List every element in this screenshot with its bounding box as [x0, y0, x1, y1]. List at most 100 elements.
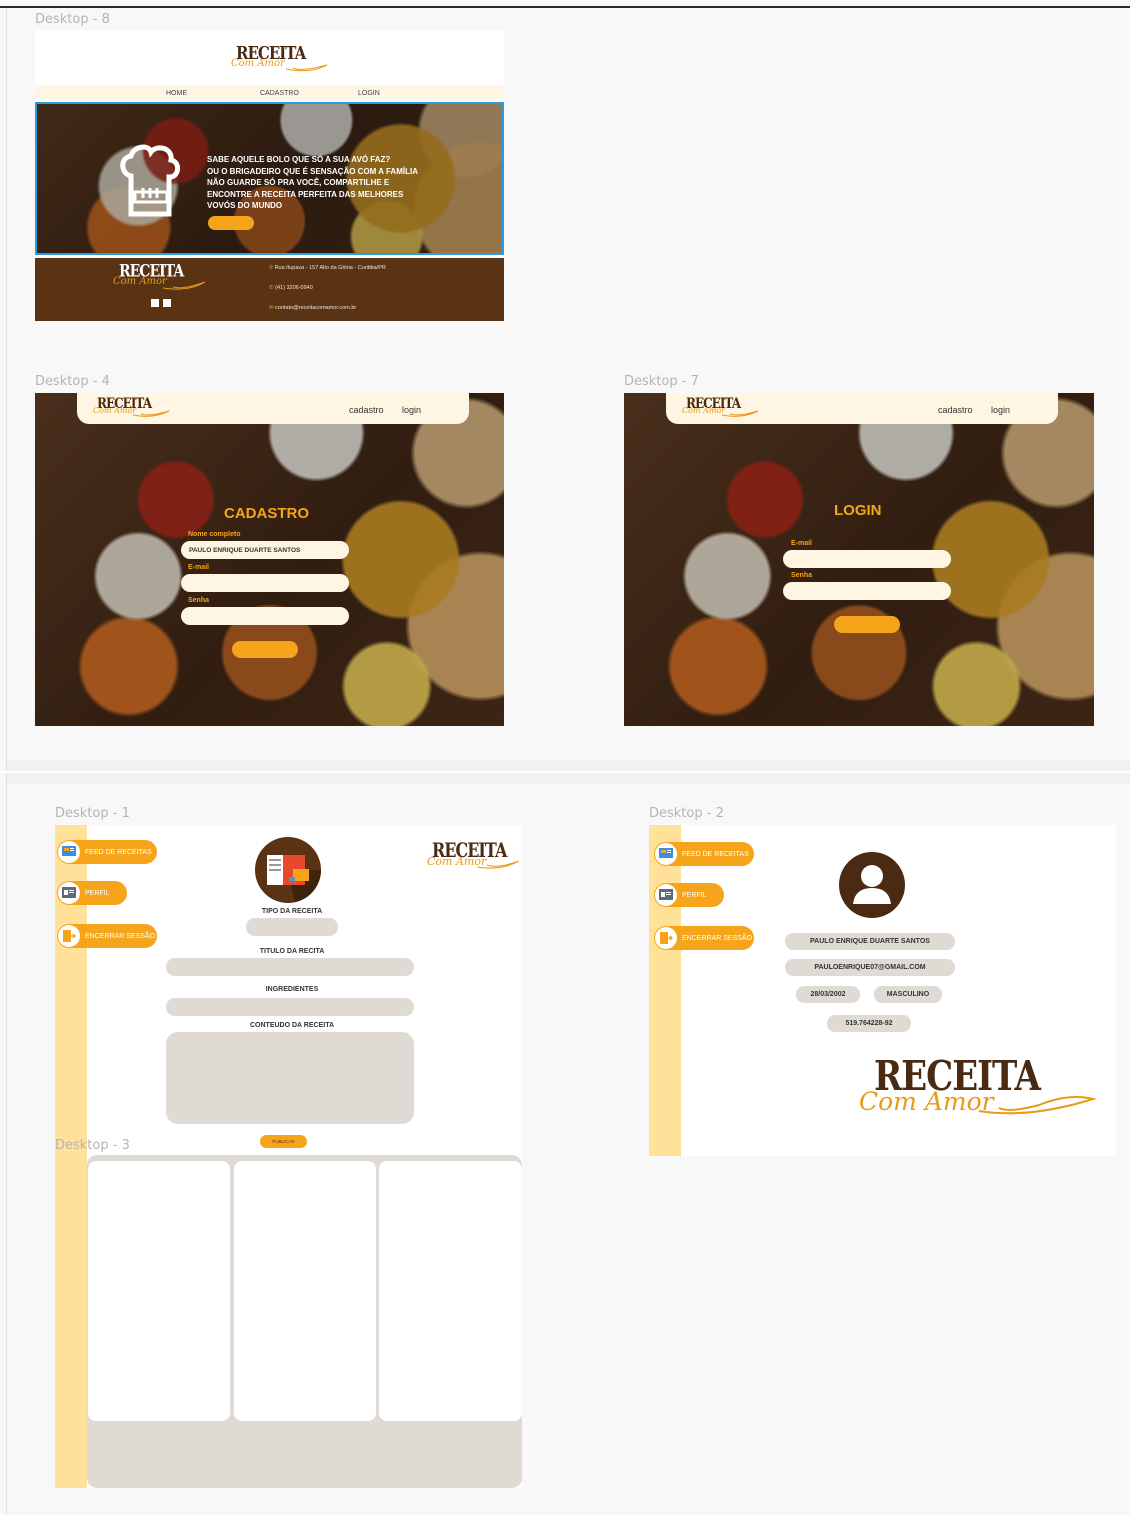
frame-label-feed[interactable]: Desktop - 3	[55, 1138, 130, 1153]
chef-hat-icon	[120, 144, 180, 217]
logo-swash	[285, 64, 328, 72]
footer-logo[interactable]: RECEITA Com Amor	[113, 262, 213, 294]
sidebar-item-logout[interactable]: ENCERRAR SESSÃO	[654, 926, 754, 950]
home-frame: RECEITA Com Amor HOME CADASTRO LOGIN SAB…	[35, 30, 504, 321]
feed-icon	[58, 841, 80, 863]
navbar-logo[interactable]: RECEITA Com Amor	[682, 395, 762, 421]
cadastro-title: CADASTRO	[224, 505, 309, 522]
login-navbar: RECEITA Com Amor cadastro login	[666, 393, 1058, 424]
post-header-logo[interactable]: RECEITA Com Amor	[427, 839, 522, 873]
recipe-card[interactable]	[234, 1161, 376, 1421]
content-textarea[interactable]	[166, 1032, 414, 1124]
profile-gender-field[interactable]: MASCULINO	[874, 986, 942, 1003]
feed-sidebar-strip	[55, 1155, 87, 1488]
ingredients-input[interactable]	[166, 998, 414, 1016]
post-frame: FEED DE RECEITAS PERFIL ENCERRAR SESSÃO …	[55, 825, 522, 1155]
recipe-type-label: TIPO DA RECEITA	[261, 908, 323, 915]
login-password-input[interactable]	[783, 582, 951, 600]
nav-login[interactable]: LOGIN	[358, 90, 380, 97]
footer-address: ⚲ Rua Itupava - 157 Alto da Glória - Cur…	[269, 265, 386, 271]
nav-cadastro[interactable]: CADASTRO	[260, 90, 299, 97]
sidebar-item-feed[interactable]: FEED DE RECEITAS	[57, 840, 157, 864]
footer-email[interactable]: ✉ contato@receitacomamor.com.br	[269, 305, 356, 311]
logout-icon	[58, 925, 80, 947]
login-title: LOGIN	[834, 502, 882, 519]
profile-name-field[interactable]: PAULO ENRIQUE DUARTE SANTOS	[785, 933, 955, 950]
profile-email-field[interactable]: PAULOENRIQUE07@GMAIL.COM	[785, 959, 955, 976]
sidebar-item-label: PERFIL	[682, 891, 707, 899]
recipe-title-input[interactable]	[166, 958, 414, 976]
sidebar-item-label: PERFIL	[85, 889, 110, 897]
ingredients-label: INGREDIENTES	[265, 986, 319, 993]
sidebar-item-profile[interactable]: PERFIL	[654, 883, 724, 907]
nav-login-link[interactable]: login	[402, 405, 421, 415]
password-label: Senha	[188, 597, 210, 604]
email-input[interactable]	[181, 574, 349, 592]
footer-phone: ✆ (41) 3206-0940	[269, 285, 313, 291]
login-password-label: Senha	[791, 572, 813, 579]
hero-text: SABE AQUELE BOLO QUE SÓ A SUA AVÓ FAZ? O…	[207, 155, 418, 210]
recipe-book-icon	[255, 837, 321, 903]
frame-label-login[interactable]: Desktop - 7	[624, 374, 699, 389]
login-frame: RECEITA Com Amor cadastro login LOGIN E-…	[624, 393, 1094, 726]
user-avatar-icon	[839, 852, 905, 918]
profile-birthdate-field[interactable]: 28/03/2002	[796, 986, 860, 1003]
hero-cta-button[interactable]	[208, 216, 254, 230]
sidebar-item-label: FEED DE RECEITAS	[85, 848, 152, 856]
nav-home[interactable]: HOME	[166, 90, 187, 97]
recipe-card[interactable]	[379, 1161, 522, 1421]
instagram-icon[interactable]	[163, 299, 171, 307]
canvas-section-divider-line	[0, 771, 1130, 773]
name-input[interactable]: PAULO ENRIQUE DUARTE SANTOS	[181, 541, 349, 559]
recipe-title-label: TITULO DA RECITA	[259, 948, 325, 955]
profile-card-icon	[655, 884, 677, 906]
recipe-type-select[interactable]	[246, 918, 338, 936]
frame-label-cadastro[interactable]: Desktop - 4	[35, 374, 110, 389]
sidebar-item-profile[interactable]: PERFIL	[57, 881, 127, 905]
home-footer: RECEITA Com Amor ⚲ Rua Itupava - 157 Alt…	[35, 258, 504, 321]
login-email-input[interactable]	[783, 550, 951, 568]
nav-cadastro-link[interactable]: cadastro	[349, 405, 384, 415]
sidebar-item-feed[interactable]: FEED DE RECEITAS	[654, 842, 754, 866]
mail-icon: ✉	[269, 305, 274, 311]
login-email-label: E-mail	[791, 540, 813, 547]
email-label: E-mail	[188, 564, 210, 571]
name-label: Nome completo	[188, 531, 241, 538]
facebook-icon[interactable]	[151, 299, 159, 307]
sidebar-strip	[649, 825, 681, 1156]
navbar-logo[interactable]: RECEITA Com Amor	[93, 395, 173, 421]
window-top-border	[0, 6, 1130, 8]
home-navbar: HOME CADASTRO LOGIN	[35, 85, 504, 99]
sidebar-item-label: ENCERRAR SESSÃO	[682, 934, 753, 942]
feed-container	[87, 1155, 522, 1488]
nav-login-link[interactable]: login	[991, 405, 1010, 415]
logout-icon	[655, 927, 677, 949]
profile-brand-logo: RECEITA Com Amor	[859, 1053, 1099, 1125]
name-input-value: PAULO ENRIQUE DUARTE SANTOS	[189, 547, 301, 554]
profile-card-icon	[58, 882, 80, 904]
home-header-logo[interactable]: RECEITA Com Amor	[231, 42, 341, 76]
location-icon: ⚲	[269, 265, 274, 271]
hero-banner: SABE AQUELE BOLO QUE SÓ A SUA AVÓ FAZ? O…	[35, 102, 504, 255]
sidebar-item-label: ENCERRAR SESSÃO	[85, 932, 156, 940]
sidebar-item-logout[interactable]: ENCERRAR SESSÃO	[57, 924, 157, 948]
content-label: CONTEUDO DA RECEITA	[250, 1022, 334, 1029]
feed-frame	[55, 1155, 522, 1488]
feed-icon	[655, 843, 677, 865]
sidebar-item-label: FEED DE RECEITAS	[682, 850, 749, 858]
nav-cadastro-link[interactable]: cadastro	[938, 405, 973, 415]
cadastro-submit-button[interactable]	[232, 641, 298, 658]
cadastro-frame: RECEITA Com Amor cadastro login CADASTRO…	[35, 393, 504, 726]
profile-id-field[interactable]: 519.764228-92	[827, 1015, 911, 1032]
publish-button[interactable]: PUBLICAR	[260, 1135, 307, 1148]
phone-icon: ✆	[269, 285, 274, 291]
frame-label-profile[interactable]: Desktop - 2	[649, 806, 724, 821]
cadastro-navbar: RECEITA Com Amor cadastro login	[77, 393, 469, 424]
frame-label-home[interactable]: Desktop - 8	[35, 12, 110, 27]
frame-label-post[interactable]: Desktop - 1	[55, 806, 130, 821]
profile-frame: FEED DE RECEITAS PERFIL ENCERRAR SESSÃO …	[649, 825, 1116, 1156]
password-input[interactable]	[181, 607, 349, 625]
login-submit-button[interactable]	[834, 616, 900, 633]
recipe-card[interactable]	[88, 1161, 230, 1421]
sidebar-strip	[55, 825, 87, 1155]
